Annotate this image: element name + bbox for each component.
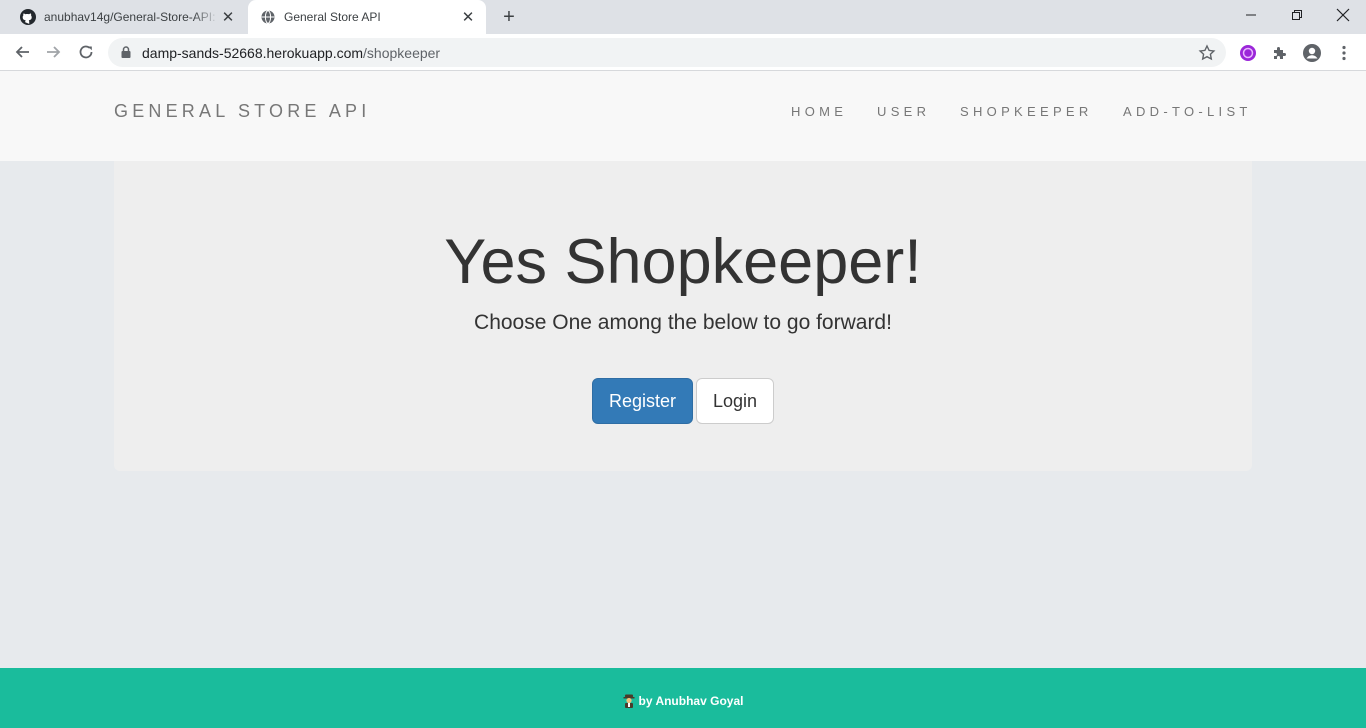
login-button[interactable]: Login <box>696 378 774 424</box>
lock-icon <box>120 45 134 59</box>
menu-kebab-icon[interactable] <box>1334 43 1354 63</box>
hero-title: Yes Shopkeeper! <box>444 227 922 297</box>
extension-purple-icon[interactable] <box>1238 43 1258 63</box>
browser-tab-github[interactable]: anubhav14g/General-Store-API: T ✕ <box>0 0 246 34</box>
hero-jumbotron: Yes Shopkeeper! Choose One among the bel… <box>114 161 1252 471</box>
tab-title: General Store API <box>284 10 381 24</box>
browser-tab-strip: anubhav14g/General-Store-API: T ✕ Genera… <box>0 0 1366 34</box>
site-navbar: GENERAL STORE API HOME USER SHOPKEEPER A… <box>0 71 1366 161</box>
nav-link-user[interactable]: USER <box>877 104 930 119</box>
nav-link-add-to-list[interactable]: ADD-TO-LIST <box>1123 104 1252 119</box>
restore-icon[interactable] <box>1274 0 1320 30</box>
footer-author: by Anubhav Goyal <box>638 694 744 708</box>
site-footer: by Anubhav Goyal <box>0 668 1366 728</box>
bookmark-star-icon[interactable] <box>1198 44 1216 62</box>
window-close-icon[interactable] <box>1320 0 1366 30</box>
url-host: damp-sands-52668.herokuapp.com <box>142 45 364 61</box>
browser-toolbar: damp-sands-52668.herokuapp.com/shopkeepe… <box>0 34 1366 71</box>
back-arrow-icon[interactable] <box>9 39 35 65</box>
footer-credit: by Anubhav Goyal <box>0 694 1366 708</box>
extensions-puzzle-icon[interactable] <box>1270 43 1290 63</box>
forward-arrow-icon[interactable] <box>41 39 67 65</box>
register-button[interactable]: Register <box>592 378 693 424</box>
detective-emoji-icon <box>623 694 635 708</box>
close-icon[interactable]: ✕ <box>220 9 236 26</box>
globe-icon <box>260 9 276 25</box>
nav-link-home[interactable]: HOME <box>791 104 847 119</box>
address-bar[interactable]: damp-sands-52668.herokuapp.com/shopkeepe… <box>108 38 1226 67</box>
new-tab-plus-icon[interactable]: + <box>498 6 520 28</box>
github-icon <box>20 9 36 25</box>
close-icon[interactable]: ✕ <box>460 9 476 26</box>
tab-title: anubhav14g/General-Store-API: T <box>44 10 219 24</box>
nav-link-shopkeeper[interactable]: SHOPKEEPER <box>960 104 1093 119</box>
url-text: damp-sands-52668.herokuapp.com/shopkeepe… <box>142 45 440 61</box>
browser-tab-active[interactable]: General Store API ✕ <box>248 0 486 34</box>
minimize-icon[interactable] <box>1228 0 1274 30</box>
navbar-brand[interactable]: GENERAL STORE API <box>114 101 370 122</box>
hero-subtitle: Choose One among the below to go forward… <box>474 311 892 334</box>
url-path: /shopkeeper <box>363 45 441 61</box>
reload-icon[interactable] <box>73 39 99 65</box>
profile-avatar-icon[interactable] <box>1302 43 1322 63</box>
